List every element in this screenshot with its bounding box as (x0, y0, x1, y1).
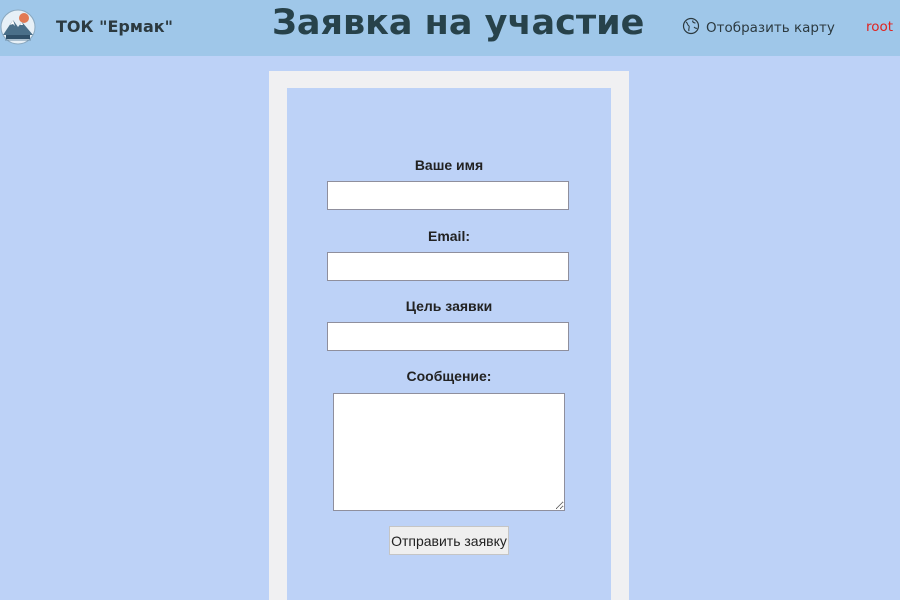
email-label: Email: (427, 228, 470, 244)
page-title: Заявка на участие (272, 3, 645, 43)
message-label: Сообщение: (406, 368, 492, 384)
header: ТОК "Ермак" Заявка на участие Отобразить… (0, 0, 900, 56)
name-input[interactable] (327, 181, 569, 210)
submit-button[interactable]: Отправить заявку (389, 526, 509, 555)
message-textarea[interactable] (333, 393, 565, 511)
purpose-input[interactable] (327, 322, 569, 351)
show-map-link[interactable]: Отобразить карту (682, 17, 835, 39)
mountain-logo-icon[interactable] (0, 7, 38, 47)
globe-icon (682, 17, 700, 39)
name-label: Ваше имя (414, 157, 484, 173)
purpose-label: Цель заявки (405, 298, 493, 314)
brand-name[interactable]: ТОК "Ермак" (56, 17, 173, 36)
application-form: Ваше имя Email: Цель заявки Сообщение: О… (287, 88, 611, 600)
email-input[interactable] (327, 252, 569, 281)
show-map-label: Отобразить карту (706, 20, 835, 36)
current-user[interactable]: root (866, 19, 893, 35)
form-frame: Ваше имя Email: Цель заявки Сообщение: О… (269, 71, 629, 600)
